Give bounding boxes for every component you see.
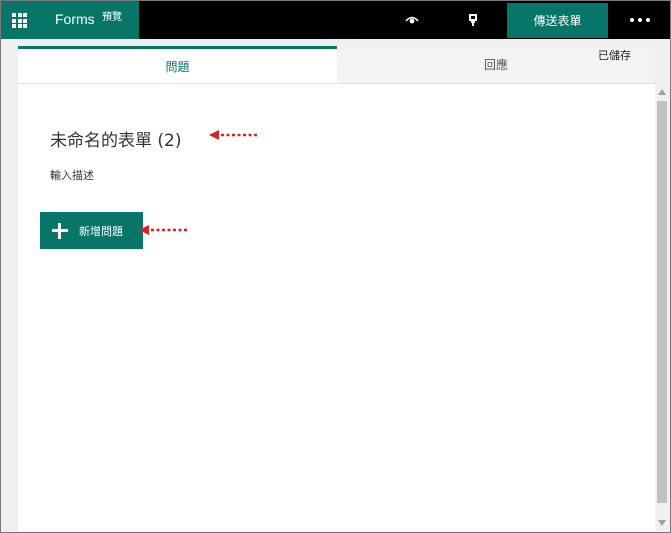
form-description[interactable]: 輸入描述: [50, 167, 94, 183]
vertical-scrollbar[interactable]: [655, 84, 669, 531]
add-question-button[interactable]: 新增問題: [40, 212, 143, 249]
add-question-label: 新增問題: [79, 224, 123, 238]
app-launcher-icon[interactable]: [12, 13, 27, 28]
top-bar: Forms 預覽 傳送表單: [1, 1, 670, 39]
app-name: Forms: [55, 11, 95, 27]
form-title[interactable]: 未命名的表單 (2): [50, 126, 181, 151]
eye-icon[interactable]: [401, 10, 423, 30]
annotation-arrow-title-icon: [209, 130, 257, 140]
saved-status: 已儲存: [598, 49, 631, 62]
send-form-button[interactable]: 傳送表單: [507, 3, 608, 38]
form-card: [18, 46, 655, 531]
scroll-down-icon[interactable]: [658, 520, 666, 526]
tab-questions[interactable]: 問題: [18, 46, 337, 84]
scroll-up-icon[interactable]: [658, 89, 666, 95]
paint-bucket-icon[interactable]: [462, 10, 484, 30]
scroll-thumb[interactable]: [657, 101, 667, 503]
brand-area: Forms 預覽: [1, 1, 139, 39]
annotation-arrow-add-icon: [139, 225, 187, 235]
ellipsis-icon[interactable]: [630, 18, 650, 24]
plus-icon: [52, 222, 68, 239]
preview-badge: 預覽: [102, 12, 122, 23]
